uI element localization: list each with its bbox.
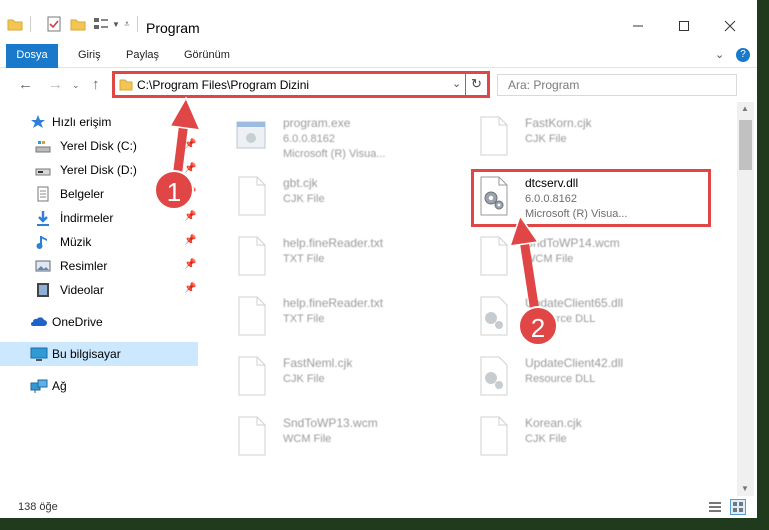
annotation-arrows xyxy=(168,96,541,319)
step-2-badge: 2 xyxy=(518,306,558,346)
step-1-badge: 1 xyxy=(154,170,194,210)
